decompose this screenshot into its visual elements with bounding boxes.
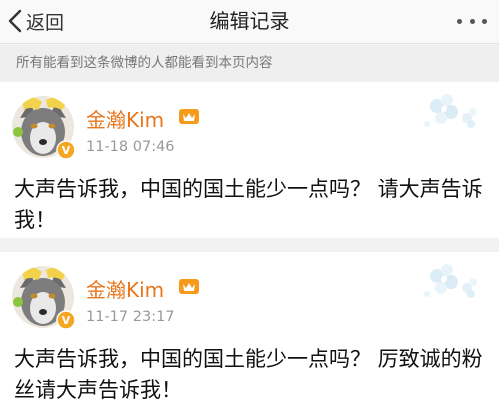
username[interactable]: 金瀚Kim	[86, 104, 164, 133]
svg-text:V: V	[62, 314, 71, 327]
verified-badge-icon: V	[56, 140, 76, 160]
svg-text:V: V	[62, 144, 71, 157]
post-text: 大声告诉我，中国的国土能少一点吗？ 请大声告诉我！	[14, 177, 483, 232]
edit-record-item: V 金瀚Kim 11-17 23:17 大声告诉我，中国的国土能少一点吗？ 厉致…	[0, 252, 499, 411]
flower-decoration-icon	[424, 264, 477, 298]
member-crown-icon[interactable]	[178, 106, 200, 126]
flower-decoration-icon	[424, 94, 477, 128]
page-title: 编辑记录	[209, 9, 290, 33]
verified-badge-icon: V	[56, 310, 76, 330]
avatar[interactable]: V	[12, 96, 76, 160]
visibility-notice: 所有能看到这条微博的人都能看到本页内容	[0, 45, 499, 81]
post-text: 大声告诉我，中国的国土能少一点吗？ 厉致诚的粉丝请大声告诉我！	[14, 347, 483, 402]
edit-record-item: V 金瀚Kim 11-18 07:46 大声告诉我，中国的国土能少一点吗？ 请大…	[0, 82, 499, 238]
timestamp: 11-17 23:17	[86, 309, 175, 325]
back-label: 返回	[26, 11, 65, 34]
username[interactable]: 金瀚Kim	[86, 274, 164, 303]
member-crown-icon[interactable]	[178, 276, 200, 296]
back-chevron-icon	[8, 9, 22, 33]
timestamp: 11-18 07:46	[86, 139, 175, 155]
nav-bar: 返回 编辑记录	[0, 0, 499, 44]
avatar[interactable]: V	[12, 266, 76, 330]
back-button[interactable]: 返回	[8, 6, 64, 36]
more-dots-icon[interactable]	[457, 14, 487, 28]
